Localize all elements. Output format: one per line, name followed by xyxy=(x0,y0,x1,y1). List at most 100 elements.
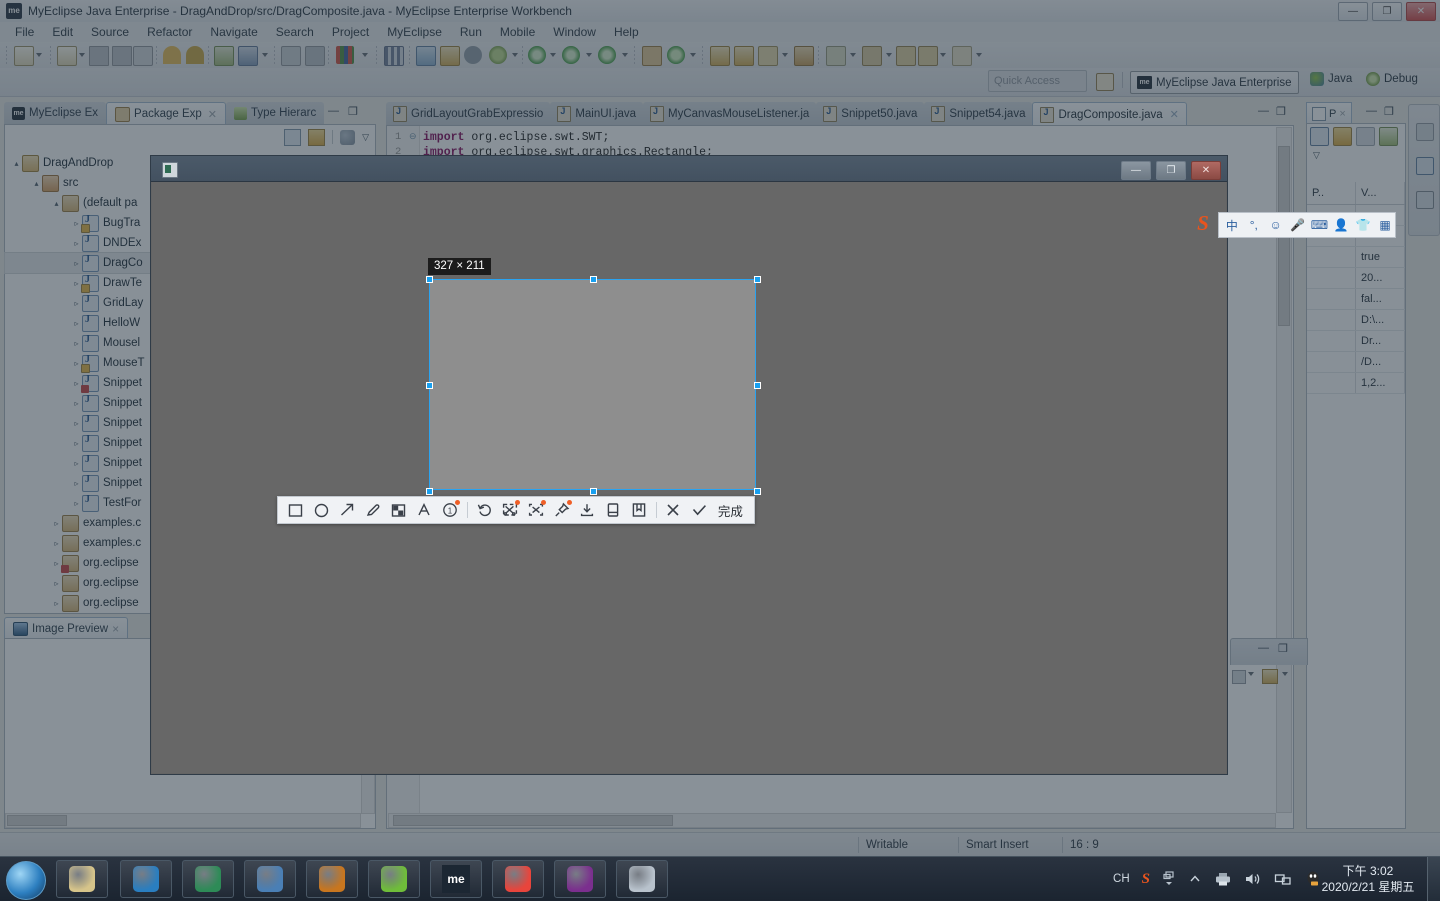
tree-expand-arrow-icon[interactable]: ▹ xyxy=(51,579,62,588)
deploy-icon[interactable] xyxy=(416,46,436,66)
tab-myeclipse-explorer[interactable]: me MyEclipse Ex xyxy=(4,102,107,124)
editor-tab[interactable]: Snippet50.java xyxy=(816,102,925,125)
handle-bottom-right[interactable] xyxy=(754,488,761,495)
handle-bottom-left[interactable] xyxy=(426,488,433,495)
back-dropdown-icon[interactable] xyxy=(940,53,946,57)
debug-icon[interactable] xyxy=(238,46,258,66)
editor-hthumb[interactable] xyxy=(393,815,673,826)
tab-properties[interactable]: P × xyxy=(1306,102,1352,124)
properties-view-menu-icon[interactable]: ▽ xyxy=(1313,150,1320,161)
maximize-button[interactable]: ❐ xyxy=(1372,2,1402,21)
sogou-logo-icon[interactable]: S xyxy=(1190,210,1216,236)
tree-expand-arrow-icon[interactable]: ▹ xyxy=(71,439,82,448)
run-coverage-icon[interactable] xyxy=(598,46,616,64)
menu-item-edit[interactable]: Edit xyxy=(43,22,82,42)
editor-tab[interactable]: MyCanvasMouseListener.ja xyxy=(643,102,817,125)
taskbar-button-sublime-app[interactable] xyxy=(182,860,234,898)
menu-item-run[interactable]: Run xyxy=(451,22,491,42)
close-button[interactable]: ✕ xyxy=(1406,2,1436,21)
undo-icon[interactable] xyxy=(163,46,181,64)
show-advanced-icon[interactable] xyxy=(1333,127,1352,146)
outline-view-icon[interactable] xyxy=(1416,157,1434,175)
taskbar-button-wechat-app[interactable] xyxy=(368,860,420,898)
search-dropdown-icon[interactable] xyxy=(782,53,788,57)
new-class-icon[interactable] xyxy=(642,46,662,66)
perspective-debug[interactable]: Debug xyxy=(1366,72,1418,86)
captured-minimize-button[interactable]: — xyxy=(1121,161,1151,180)
confirm-tool-button[interactable] xyxy=(686,497,712,523)
tree-expand-arrow-icon[interactable]: ▹ xyxy=(71,459,82,468)
ime-keyboard-icon[interactable]: ⌨ xyxy=(1310,215,1330,236)
mosaic-tool-button[interactable] xyxy=(386,497,412,523)
properties-row[interactable]: Dr... xyxy=(1307,331,1405,352)
show-desktop-button[interactable] xyxy=(1427,857,1440,901)
menu-item-myeclipse[interactable]: MyEclipse xyxy=(378,22,451,42)
rectangle-tool-button[interactable] xyxy=(283,497,309,523)
captured-maximize-button[interactable]: ❐ xyxy=(1156,161,1186,180)
tray-sogou-icon[interactable]: S xyxy=(1142,871,1150,888)
captured-close-button[interactable]: ✕ xyxy=(1191,161,1221,180)
properties-row[interactable]: true xyxy=(1307,247,1405,268)
debug-dropdown-icon[interactable] xyxy=(262,53,268,57)
perspective-myeclipse-java-enterprise[interactable]: me MyEclipse Java Enterprise xyxy=(1130,71,1299,94)
restore-default-icon[interactable] xyxy=(1356,127,1375,146)
maximize-editor-icon[interactable]: ❐ xyxy=(1276,105,1290,119)
coverage-dropdown-icon[interactable] xyxy=(622,53,628,57)
last-edit-icon[interactable] xyxy=(896,46,916,66)
new-file-icon[interactable] xyxy=(57,46,77,66)
handle-top-center[interactable] xyxy=(590,276,597,283)
tray-network-icon[interactable] xyxy=(1274,871,1292,887)
build-icon[interactable] xyxy=(281,46,301,66)
menu-item-file[interactable]: File xyxy=(6,22,43,42)
ime-toolbox-icon[interactable]: ▦ xyxy=(1375,215,1395,236)
editor-tab[interactable]: GridLayoutGrabExpressio xyxy=(386,102,551,125)
view-menu-dots-icon[interactable] xyxy=(340,129,356,145)
ime-punctuation-icon[interactable]: °, xyxy=(1244,215,1264,236)
menu-item-mobile[interactable]: Mobile xyxy=(491,22,544,42)
new-dropdown-icon[interactable] xyxy=(36,53,42,57)
menu-item-source[interactable]: Source xyxy=(82,22,138,42)
tray-ime-toolbox-icon[interactable] xyxy=(1162,871,1176,887)
taskbar-button-office-app[interactable] xyxy=(120,860,172,898)
editor-tab[interactable]: MainUI.java xyxy=(550,102,644,125)
close-editor-tab-icon[interactable]: ✕ xyxy=(1170,108,1179,121)
collapse-all-icon[interactable] xyxy=(284,128,302,146)
tray-language-indicator[interactable]: CH xyxy=(1113,873,1130,885)
tree-expand-arrow-icon[interactable]: ▹ xyxy=(71,299,82,308)
mobile-send-tool-button[interactable] xyxy=(600,497,626,523)
handle-middle-right[interactable] xyxy=(754,382,761,389)
properties-row[interactable]: /D... xyxy=(1307,352,1405,373)
serial-number-tool-button[interactable]: 1 xyxy=(437,497,463,523)
run-green-dropdown-icon[interactable] xyxy=(550,53,556,57)
tab-package-explorer[interactable]: Package Exp ✕ xyxy=(106,102,227,125)
taskbar-button-chrome-app[interactable] xyxy=(492,860,544,898)
run-config-icon[interactable] xyxy=(562,46,580,64)
tree-expand-arrow-icon[interactable]: ▴ xyxy=(51,199,62,208)
pin-tool-button[interactable] xyxy=(549,497,575,523)
run-last-icon[interactable] xyxy=(214,46,234,66)
open-resource-icon[interactable] xyxy=(734,46,754,66)
minimize-button[interactable]: — xyxy=(1338,2,1368,21)
tray-printer-icon[interactable] xyxy=(1214,871,1232,887)
prev-annotation-icon[interactable] xyxy=(862,46,882,66)
pen-tool-button[interactable] xyxy=(360,497,386,523)
selection-region[interactable] xyxy=(426,276,761,495)
tree-expand-arrow-icon[interactable]: ▹ xyxy=(71,419,82,428)
long-screenshot-tool-button[interactable] xyxy=(497,497,523,523)
open-task-icon[interactable] xyxy=(794,46,814,66)
print-icon[interactable] xyxy=(133,46,153,66)
ime-voice-input-icon[interactable]: 🎤 xyxy=(1288,215,1308,236)
settings-gear-icon[interactable] xyxy=(489,46,507,64)
arrow-tool-button[interactable] xyxy=(334,497,360,523)
tree-expand-arrow-icon[interactable]: ▴ xyxy=(31,179,42,188)
properties-row[interactable]: fal... xyxy=(1307,289,1405,310)
menu-item-refactor[interactable]: Refactor xyxy=(138,22,201,42)
handle-bottom-center[interactable] xyxy=(590,488,597,495)
link-with-editor-icon[interactable] xyxy=(308,128,326,146)
back-icon[interactable] xyxy=(918,46,938,66)
taskbar-button-notepad-app[interactable] xyxy=(616,860,668,898)
ime-account-icon[interactable]: 👤 xyxy=(1331,215,1351,236)
open-perspective-icon[interactable] xyxy=(1096,73,1114,91)
minimize-properties-icon[interactable]: — xyxy=(1366,105,1380,119)
new-annotation-icon[interactable] xyxy=(667,46,685,64)
